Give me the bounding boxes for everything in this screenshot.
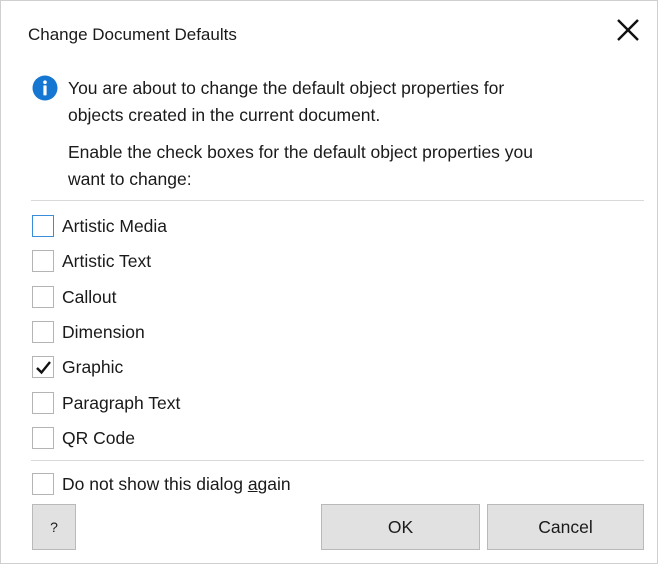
message-line-2: objects created in the current document. — [68, 105, 381, 125]
checkbox-box[interactable] — [32, 427, 54, 449]
checkbox-box[interactable] — [32, 356, 54, 378]
checkbox-label: Artistic Text — [62, 250, 152, 271]
message-line-4: want to change: — [68, 169, 192, 189]
help-button[interactable]: ? — [32, 504, 76, 550]
checkbox-graphic[interactable]: Graphic — [32, 354, 123, 380]
checkbox-label: Graphic — [62, 356, 124, 377]
ok-button[interactable]: OK — [321, 504, 480, 550]
checkbox-box[interactable] — [32, 321, 54, 343]
checkbox-label: QR Code — [62, 427, 135, 448]
checkbox-dimension[interactable]: Dimension — [32, 319, 145, 345]
checkbox-qr-code[interactable]: QR Code — [32, 425, 135, 451]
title-bar: Change Document Defaults — [1, 1, 657, 63]
message-line-3: Enable the check boxes for the default o… — [68, 142, 534, 162]
cancel-button[interactable]: Cancel — [487, 504, 644, 550]
divider-top — [31, 200, 644, 201]
access-key-char: a — [247, 473, 258, 494]
dialog-title: Change Document Defaults — [28, 25, 237, 44]
checkbox-label: Paragraph Text — [62, 392, 181, 413]
divider-bottom — [31, 460, 644, 461]
checkbox-artistic-text[interactable]: Artistic Text — [32, 248, 151, 274]
checkbox-box[interactable] — [32, 250, 54, 272]
checkbox-box[interactable] — [32, 392, 54, 414]
close-x-icon — [617, 19, 639, 41]
checkbox-label: Do not show this dialog again — [62, 474, 291, 495]
checkbox-label: Artistic Media — [62, 215, 168, 236]
checkbox-box[interactable] — [32, 286, 54, 308]
info-icon — [32, 75, 58, 101]
checkbox-paragraph-text[interactable]: Paragraph Text — [32, 390, 180, 416]
checkbox-artistic-media[interactable]: Artistic Media — [32, 213, 167, 239]
message-line-1: You are about to change the default obje… — [68, 78, 505, 98]
checkbox-box[interactable] — [32, 473, 54, 495]
checkbox-label: Callout — [62, 286, 117, 307]
checkmark-icon — [36, 361, 51, 375]
checkbox-do-not-show-again[interactable]: Do not show this dialog again — [32, 471, 291, 497]
checkbox-label: Dimension — [62, 321, 145, 342]
change-document-defaults-dialog: Change Document Defaults You are about t… — [0, 0, 658, 564]
label-part-after: gain — [257, 473, 291, 494]
checkbox-callout[interactable]: Callout — [32, 284, 116, 310]
close-button[interactable] — [613, 15, 643, 45]
checkbox-box[interactable] — [32, 215, 54, 237]
label-part-before: Do not show this dialog — [62, 473, 248, 494]
